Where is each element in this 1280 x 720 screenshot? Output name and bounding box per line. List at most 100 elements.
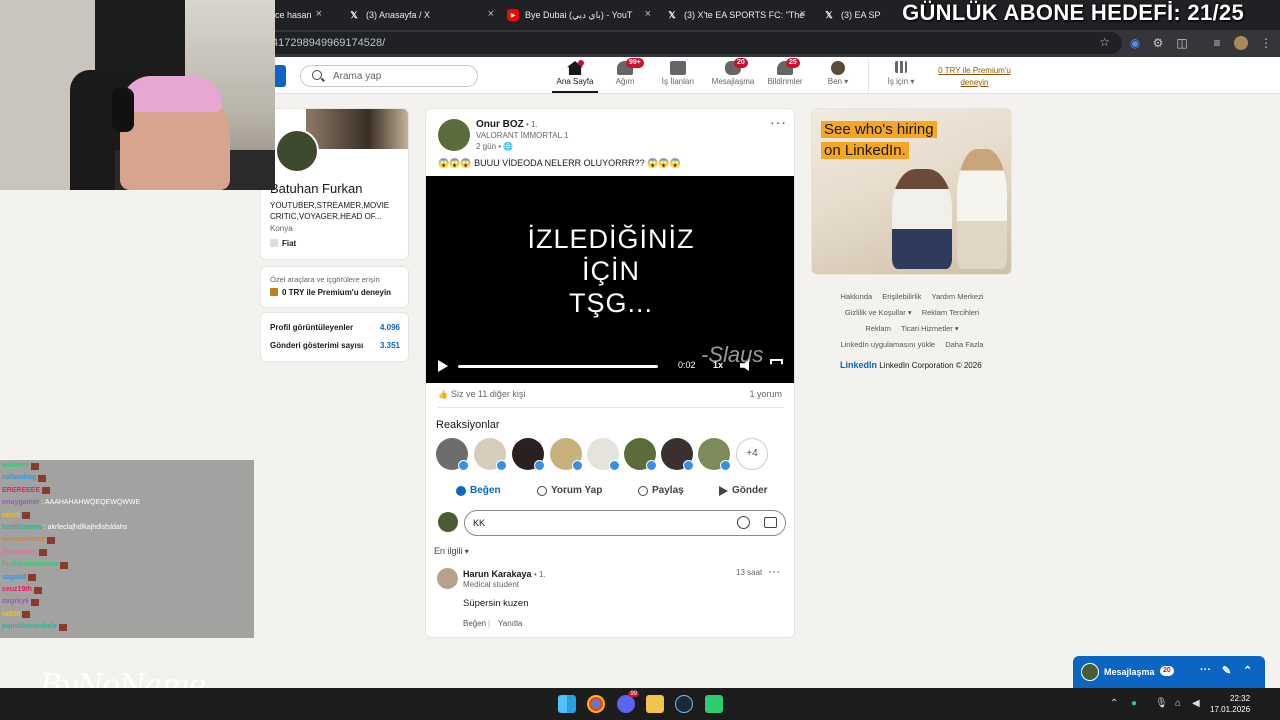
playback-speed-button[interactable]: 1x (713, 360, 723, 370)
youtube-icon: ▶ (507, 9, 519, 21)
comment-reply-button[interactable]: Yanıtla (498, 619, 522, 628)
commenter-avatar[interactable] (437, 568, 458, 589)
puzzle-icon[interactable]: ◫ (1175, 36, 1189, 50)
steam-icon[interactable] (675, 695, 693, 713)
reactor-avatar[interactable] (661, 438, 694, 471)
chevron-up-icon[interactable]: ⌃ (1243, 664, 1252, 677)
comment-count[interactable]: 1 yorum (749, 389, 782, 399)
reactor-avatar[interactable] (624, 438, 657, 471)
footer-link[interactable]: Hakkında (840, 292, 872, 301)
taskbar-clock[interactable]: 22:32 17.01.2026 (1210, 693, 1250, 715)
browser-tab[interactable]: 𝕏 (3) Anasayfa / X × (348, 4, 494, 26)
bookmark-star-icon[interactable]: ☆ (1099, 35, 1110, 49)
footer-link[interactable]: Reklam (865, 324, 890, 333)
image-icon[interactable] (764, 517, 777, 528)
like-button[interactable]: Beğen (456, 485, 501, 496)
reactor-avatar[interactable] (550, 438, 583, 471)
stat-profile-viewers[interactable]: Profil görüntüleyenler 4.096 (270, 323, 400, 332)
messaging-widget[interactable]: Mesajlaşma 20 ··· ✎ ⌃ (1073, 656, 1265, 688)
comment-button[interactable]: Yorum Yap (537, 485, 602, 496)
comment-sort-dropdown[interactable]: En ilgili (434, 546, 469, 556)
windows-start-icon[interactable] (558, 695, 576, 713)
media-control-icon[interactable]: ≡ (1210, 36, 1224, 50)
microphone-icon[interactable]: 🎙 (1155, 698, 1168, 709)
search-input[interactable]: Arama yap (300, 65, 478, 87)
network-icon[interactable]: ⌂ (1175, 698, 1181, 709)
profile-avatar-icon[interactable] (1234, 36, 1248, 50)
chat-username: onaygamer (2, 499, 40, 507)
reactor-avatar[interactable] (436, 438, 469, 471)
ad-banner[interactable]: See who's hiring on LinkedIn. (811, 108, 1012, 275)
more-reactors-button[interactable]: +4 (736, 438, 768, 470)
nav-home[interactable]: Ana Sayfa (552, 60, 598, 93)
address-bar[interactable]: 417298949969174528/ ☆ (262, 32, 1122, 54)
nav-network[interactable]: 99+ Ağım (610, 58, 644, 93)
chat-badge-icon (30, 462, 39, 470)
comment-more-icon[interactable]: ··· (768, 564, 780, 578)
close-tab-icon[interactable]: × (645, 8, 651, 20)
send-button[interactable]: Gönder (719, 485, 768, 496)
avatar (1081, 663, 1099, 681)
profile-avatar[interactable] (275, 129, 319, 173)
nav-notifications[interactable]: 25 Bildirimler (765, 58, 805, 93)
extension-icon[interactable]: ⚙ (1151, 36, 1165, 50)
ad-line: See who's hiring (821, 121, 937, 138)
nav-jobs[interactable]: İş İlanları (658, 61, 698, 93)
browser-tab[interactable]: üce hasan × (270, 4, 322, 26)
emoji-icon[interactable] (737, 516, 750, 529)
messaging-label: Mesajlaşma (1104, 667, 1155, 677)
compose-icon[interactable]: ✎ (1222, 664, 1231, 677)
share-button[interactable]: Paylaş (638, 485, 684, 496)
footer-link[interactable]: Yardım Merkezi (932, 292, 984, 301)
more-icon[interactable]: ··· (1200, 664, 1211, 676)
file-explorer-icon[interactable] (646, 695, 664, 713)
stat-post-impressions[interactable]: Gönderi gösterimi sayısı 3.351 (270, 341, 400, 350)
stat-value: 3.351 (379, 341, 400, 350)
browser-tab[interactable]: 𝕏 (3) X'te EA SPORTS FC: "The Xl × (666, 4, 806, 26)
fullscreen-icon[interactable] (770, 359, 783, 365)
chevron-up-icon[interactable]: ⌃ (1110, 698, 1118, 709)
browser-tab[interactable]: ▶ Bye Dubai (باي دبي) - YouT × (507, 4, 651, 26)
app-icon[interactable] (705, 695, 723, 713)
reactor-avatar[interactable] (587, 438, 620, 471)
premium-cta[interactable]: 0 TRY ile Premium'u deneyin (270, 288, 391, 297)
nav-me[interactable]: Ben ▾ (823, 61, 853, 93)
status-dot-icon: ● (1131, 698, 1138, 709)
reactor-avatar[interactable] (698, 438, 731, 471)
footer-link[interactable]: Gizlilik ve Koşullar ▾ (845, 308, 912, 317)
author-avatar[interactable] (438, 119, 470, 151)
reactor-avatar[interactable] (512, 438, 545, 471)
reaction-count[interactable]: Siz ve 11 diğer kişi (438, 389, 525, 399)
author-name[interactable]: Onur BOZ (476, 119, 524, 130)
premium-card[interactable]: Özel araçlara ve içgörülere erişin 0 TRY… (260, 266, 409, 308)
profile-company[interactable]: Fiat (270, 239, 296, 248)
video-progress-bar[interactable] (458, 365, 658, 368)
play-icon[interactable] (438, 360, 448, 372)
browser-tab[interactable]: 𝕏 (3) EA SP (823, 4, 883, 26)
premium-link[interactable]: 0 TRY ile Premium'u deneyin (937, 65, 1012, 89)
footer-link[interactable]: Reklam Tercihleri (922, 308, 979, 317)
audio-icon[interactable]: ◉ (1128, 36, 1142, 50)
discord-icon[interactable]: 99 (617, 691, 639, 713)
linkedin-logo[interactable] (275, 65, 286, 87)
footer-link[interactable]: LinkedIn uygulamasını yükle (840, 340, 935, 349)
speaker-icon[interactable]: ◀ (1192, 698, 1200, 709)
post-more-icon[interactable]: ··· (770, 114, 787, 130)
footer-link[interactable]: Erişilebilirlik (882, 292, 921, 301)
nav-for-business[interactable]: İş için ▾ (881, 61, 921, 93)
reactor-avatar[interactable] (474, 438, 507, 471)
close-tab-icon[interactable]: × (316, 8, 322, 20)
footer-link[interactable]: Ticari Hizmetler ▾ (901, 324, 959, 333)
url-text: 417298949969174528/ (272, 37, 386, 49)
comment-like-button[interactable]: Beğen (463, 619, 486, 628)
video-player[interactable]: İZLEDİĞİNİZ İÇİN TŞG... -Slaus 0:02 1x (426, 176, 794, 383)
tab-title: (3) EA SP (841, 10, 881, 20)
close-tab-icon[interactable]: × (488, 8, 494, 20)
profile-name[interactable]: Batuhan Furkan (270, 181, 363, 196)
menu-kebab-icon[interactable]: ⋮ (1259, 36, 1273, 50)
footer-link[interactable]: Daha Fazla (945, 340, 983, 349)
chrome-icon[interactable] (587, 695, 605, 713)
nav-messaging[interactable]: 20 Mesajlaşma (709, 58, 757, 93)
commenter-name[interactable]: Harun Karakaya (463, 569, 532, 579)
close-tab-icon[interactable]: × (800, 8, 806, 20)
